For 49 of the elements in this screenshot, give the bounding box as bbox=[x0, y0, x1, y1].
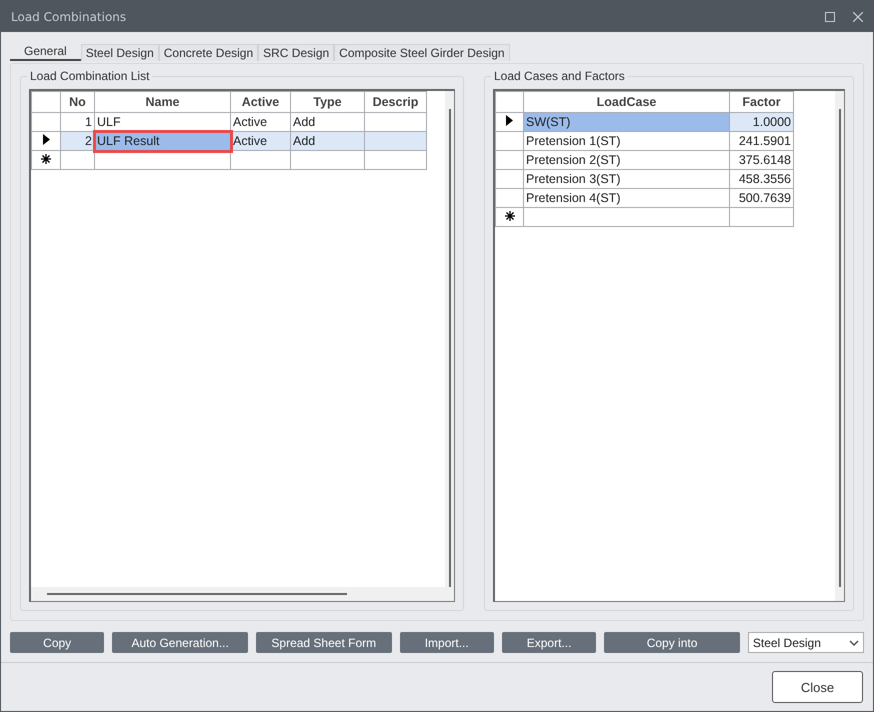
action-button[interactable]: Export... bbox=[502, 632, 596, 653]
column-header[interactable]: Active bbox=[230, 92, 290, 112]
action-button[interactable]: Copy bbox=[10, 632, 104, 653]
table-cell bbox=[364, 150, 426, 170]
table-cell: SW(ST) bbox=[524, 112, 730, 132]
table-cell: Pretension 4(ST) bbox=[524, 188, 730, 208]
tab[interactable]: Composite Steel Girder Design bbox=[334, 44, 510, 61]
table-cell: Pretension 3(ST) bbox=[524, 170, 730, 188]
vertical-scrollbar[interactable] bbox=[445, 91, 454, 601]
column-header[interactable]: Name bbox=[94, 92, 230, 112]
close-button[interactable]: Close bbox=[772, 671, 863, 703]
close-icon[interactable] bbox=[853, 12, 863, 22]
action-button[interactable]: Copy into bbox=[604, 632, 740, 653]
table-cell bbox=[364, 132, 426, 150]
table-cell: Active bbox=[230, 132, 290, 150]
action-button[interactable]: Import... bbox=[400, 632, 494, 653]
table-cell: Pretension 2(ST) bbox=[524, 150, 730, 170]
table-cell: 241.5901 bbox=[730, 132, 794, 150]
table-cell: Pretension 1(ST) bbox=[524, 132, 730, 150]
new-row-icon bbox=[41, 154, 51, 164]
horizontal-scrollbar[interactable] bbox=[31, 587, 445, 601]
new-row-icon bbox=[504, 211, 514, 221]
table-cell: 500.7639 bbox=[730, 188, 794, 208]
maximize-icon[interactable] bbox=[825, 12, 835, 22]
table-cell bbox=[730, 208, 794, 226]
column-header[interactable]: Type bbox=[290, 92, 364, 112]
tab[interactable]: Steel Design bbox=[80, 44, 159, 61]
row-pointer-icon bbox=[506, 115, 513, 126]
group-title: Load Combination List bbox=[27, 69, 152, 83]
chevron-down-icon bbox=[849, 640, 859, 646]
design-dropdown[interactable]: Steel Design bbox=[748, 632, 864, 653]
action-button[interactable]: Auto Generation... bbox=[112, 632, 248, 653]
window-title: Load Combinations bbox=[11, 10, 128, 24]
column-header[interactable]: Factor bbox=[730, 92, 794, 112]
column-header[interactable]: Descrip bbox=[364, 92, 426, 112]
row-pointer-icon bbox=[42, 134, 50, 145]
table-cell bbox=[230, 150, 290, 170]
table-cell: 375.6148 bbox=[730, 150, 794, 170]
column-header[interactable]: No bbox=[60, 92, 94, 112]
tab[interactable]: Concrete Design bbox=[158, 44, 258, 61]
table-cell: ULF Result bbox=[94, 132, 230, 150]
group-title: Load Cases and Factors bbox=[491, 69, 628, 83]
table-cell: Add bbox=[290, 132, 364, 150]
table-cell: 458.3556 bbox=[730, 170, 794, 188]
tab[interactable]: SRC Design bbox=[258, 44, 334, 61]
vertical-scrollbar[interactable] bbox=[835, 91, 844, 601]
column-header[interactable]: LoadCase bbox=[524, 92, 730, 112]
action-button[interactable]: Spread Sheet Form bbox=[256, 632, 392, 653]
table-cell: 1.0000 bbox=[730, 112, 794, 132]
